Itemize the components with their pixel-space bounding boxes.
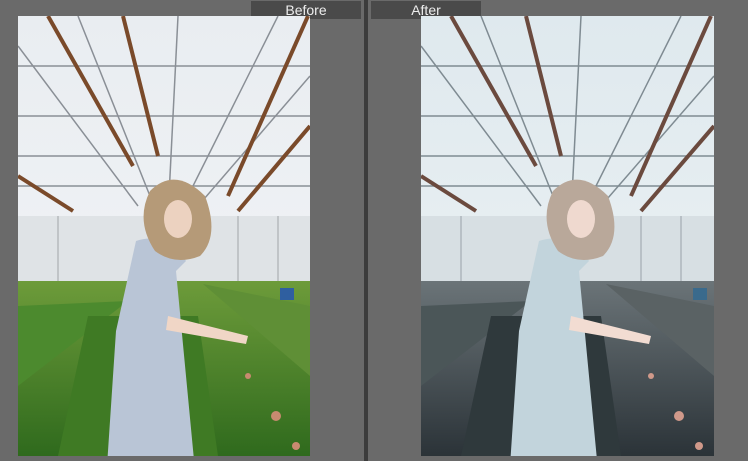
greenhouse-image-after (421, 16, 714, 456)
before-panel: Before (0, 0, 364, 461)
after-photo[interactable] (421, 16, 714, 456)
after-panel: After (368, 0, 748, 461)
greenhouse-image-before (18, 16, 310, 456)
before-photo[interactable] (18, 16, 310, 456)
